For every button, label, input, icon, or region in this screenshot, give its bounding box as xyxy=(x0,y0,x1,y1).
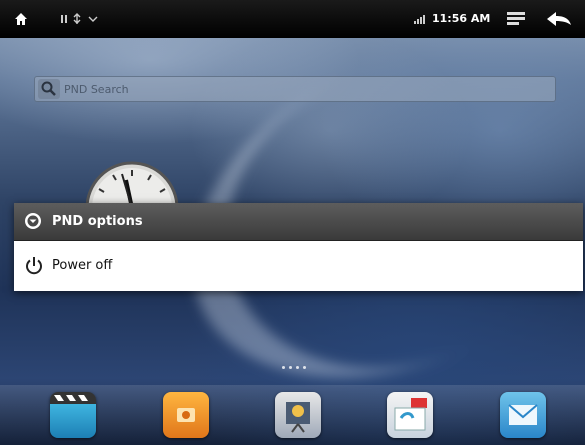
menu-icon[interactable] xyxy=(504,0,528,38)
pnd-options-dialog: PND options Power off xyxy=(14,203,583,291)
signal-icon xyxy=(58,0,110,38)
search-input[interactable] xyxy=(64,76,544,102)
dialog-header: PND options xyxy=(14,203,583,241)
power-off-label: Power off xyxy=(52,258,113,273)
dialog-title: PND options xyxy=(52,214,143,229)
calendar-app-icon[interactable] xyxy=(387,392,433,438)
wifi-icon xyxy=(412,0,428,38)
options-icon xyxy=(24,212,42,230)
search-bar[interactable] xyxy=(34,76,556,102)
power-off-menu-item[interactable]: Power off xyxy=(14,241,583,291)
power-icon xyxy=(24,256,44,276)
page-dot xyxy=(303,366,306,369)
email-app-icon[interactable] xyxy=(500,392,546,438)
gallery-app-icon[interactable] xyxy=(275,392,321,438)
video-app-icon[interactable] xyxy=(50,392,96,438)
page-dot xyxy=(296,366,299,369)
back-icon[interactable] xyxy=(544,0,574,38)
page-dot xyxy=(282,366,285,369)
status-time: 11:56 AM xyxy=(432,12,491,25)
page-dot xyxy=(289,366,292,369)
home-icon[interactable] xyxy=(8,0,34,38)
photos-app-icon[interactable] xyxy=(163,392,209,438)
search-icon[interactable] xyxy=(38,79,60,99)
page-indicator xyxy=(282,366,306,369)
status-bar: 11:56 AM xyxy=(0,0,585,38)
